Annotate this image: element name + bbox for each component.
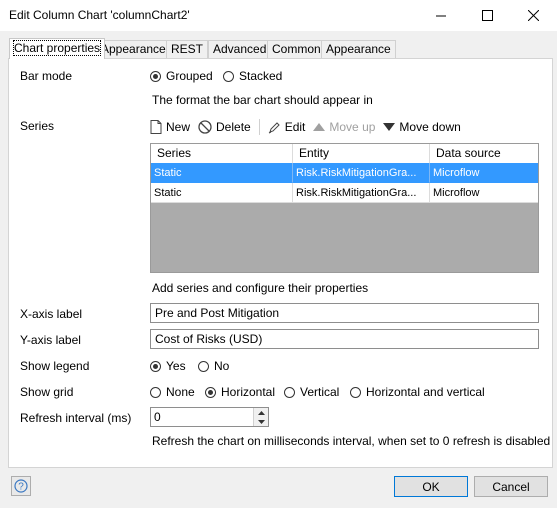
- cell-series: Static: [151, 183, 293, 203]
- minimize-icon: [436, 15, 446, 16]
- move-down-label: Move down: [399, 120, 461, 134]
- delete-series-button[interactable]: Delete: [198, 120, 251, 134]
- radio-circle: [350, 386, 361, 398]
- x-axis-label: X-axis label: [20, 307, 83, 321]
- pencil-icon: [268, 121, 280, 133]
- tab-label: Chart properties: [12, 40, 102, 56]
- radio-label: Horizontal: [221, 385, 276, 399]
- grid-none-radio[interactable]: None: [150, 385, 195, 399]
- tab-appearance-2[interactable]: Appearance: [321, 40, 396, 58]
- spin-down-button[interactable]: [254, 417, 268, 426]
- triangle-down-icon: [383, 123, 396, 131]
- edit-label: Edit: [284, 120, 306, 134]
- tab-appearance[interactable]: Appearance: [96, 40, 171, 58]
- tab-label: REST: [171, 42, 204, 56]
- title-bar: Edit Column Chart 'columnChart2': [0, 0, 557, 31]
- tab-label: Advanced: [213, 42, 267, 56]
- window-title: Edit Column Chart 'columnChart2': [9, 8, 190, 22]
- radio-label: Horizontal and vertical: [366, 385, 485, 399]
- radio-label: Grouped: [166, 69, 213, 83]
- table-row[interactable]: Static Risk.RiskMitigationGra... Microfl…: [151, 163, 538, 183]
- toolbar-separator: [258, 119, 260, 135]
- tab-label: Appearance: [326, 42, 391, 56]
- refresh-interval-label: Refresh interval (ms): [20, 411, 132, 425]
- help-icon: ?: [14, 479, 28, 493]
- bar-mode-grouped-radio[interactable]: Grouped: [150, 69, 213, 83]
- maximize-icon: [481, 10, 493, 21]
- bar-mode-label: Bar mode: [20, 69, 73, 83]
- grid-vertical-radio[interactable]: Vertical: [284, 385, 339, 399]
- radio-label: Stacked: [239, 69, 283, 83]
- radio-circle: [198, 360, 209, 372]
- radio-circle: [150, 386, 161, 398]
- y-axis-input[interactable]: Cost of Risks (USD): [150, 329, 539, 349]
- column-header-series[interactable]: Series: [151, 144, 293, 163]
- bar-mode-stacked-radio[interactable]: Stacked: [223, 69, 282, 83]
- cell-data-source: Microflow: [430, 163, 538, 183]
- svg-text:?: ?: [18, 482, 24, 493]
- grid-horizontal-and-vertical-radio[interactable]: Horizontal and vertical: [350, 385, 485, 399]
- refresh-interval-spinner[interactable]: 0: [150, 407, 269, 427]
- cell-entity: Risk.RiskMitigationGra...: [293, 183, 430, 203]
- cell-data-source: Microflow: [430, 183, 538, 203]
- move-up-label: Move up: [329, 120, 376, 134]
- radio-label: None: [166, 385, 195, 399]
- spin-up-button[interactable]: [254, 408, 268, 417]
- radio-label: Vertical: [300, 385, 340, 399]
- legend-yes-radio[interactable]: Yes: [150, 359, 186, 373]
- maximize-button[interactable]: [464, 0, 510, 31]
- chevron-down-icon: [257, 419, 265, 424]
- edit-series-button[interactable]: Edit: [268, 120, 306, 134]
- radio-circle: [223, 70, 234, 82]
- series-toolbar: New Delete Edit Move up Move down: [150, 117, 469, 137]
- series-grid[interactable]: Series Entity Data source Static Risk.Ri…: [150, 143, 539, 273]
- series-grid-header: Series Entity Data source: [151, 144, 538, 164]
- grid-horizontal-radio[interactable]: Horizontal: [205, 385, 275, 399]
- series-label: Series: [20, 119, 55, 133]
- column-header-entity[interactable]: Entity: [293, 144, 430, 163]
- tab-common[interactable]: Common: [267, 40, 326, 58]
- delete-icon: [198, 120, 212, 134]
- delete-label: Delete: [216, 120, 251, 134]
- y-axis-label: Y-axis label: [20, 333, 81, 347]
- cell-series: Static: [151, 163, 293, 183]
- help-button[interactable]: ?: [11, 476, 31, 496]
- radio-circle: [205, 386, 216, 398]
- series-hint: Add series and configure their propertie…: [152, 281, 369, 295]
- cancel-button[interactable]: Cancel: [474, 476, 548, 497]
- legend-no-radio[interactable]: No: [198, 359, 229, 373]
- new-document-icon: [150, 120, 162, 134]
- show-legend-label: Show legend: [20, 359, 90, 373]
- close-button[interactable]: [510, 0, 556, 31]
- refresh-hint: Refresh the chart on milliseconds interv…: [152, 434, 551, 448]
- move-down-button[interactable]: Move down: [383, 120, 461, 134]
- tab-rest[interactable]: REST: [166, 40, 209, 58]
- radio-circle: [284, 386, 295, 398]
- radio-label: No: [214, 359, 230, 373]
- chevron-up-icon: [257, 410, 265, 415]
- new-series-button[interactable]: New: [150, 120, 190, 134]
- bar-mode-hint: The format the bar chart should appear i…: [152, 93, 373, 107]
- tab-advanced[interactable]: Advanced: [208, 40, 272, 58]
- new-label: New: [166, 120, 191, 134]
- spinner-arrows: [253, 408, 268, 426]
- x-axis-input[interactable]: Pre and Post Mitigation: [150, 303, 539, 323]
- close-icon: [527, 10, 539, 21]
- tab-chart-properties[interactable]: Chart properties: [9, 38, 106, 59]
- column-header-data-source[interactable]: Data source: [430, 144, 538, 163]
- ok-button[interactable]: OK: [394, 476, 468, 497]
- show-grid-label: Show grid: [20, 385, 74, 399]
- table-row[interactable]: Static Risk.RiskMitigationGra... Microfl…: [151, 183, 538, 203]
- radio-circle: [150, 70, 161, 82]
- radio-circle: [150, 360, 161, 372]
- refresh-interval-value[interactable]: 0: [154, 408, 161, 426]
- cell-entity: Risk.RiskMitigationGra...: [293, 163, 430, 183]
- chart-properties-panel: Bar mode Grouped Stacked The format the …: [8, 58, 553, 468]
- tab-label: Common: [272, 42, 321, 56]
- move-up-button[interactable]: Move up: [313, 120, 375, 134]
- minimize-button[interactable]: [418, 0, 464, 31]
- radio-label: Yes: [166, 359, 186, 373]
- triangle-up-icon: [313, 123, 326, 131]
- tab-label: Appearance: [101, 42, 166, 56]
